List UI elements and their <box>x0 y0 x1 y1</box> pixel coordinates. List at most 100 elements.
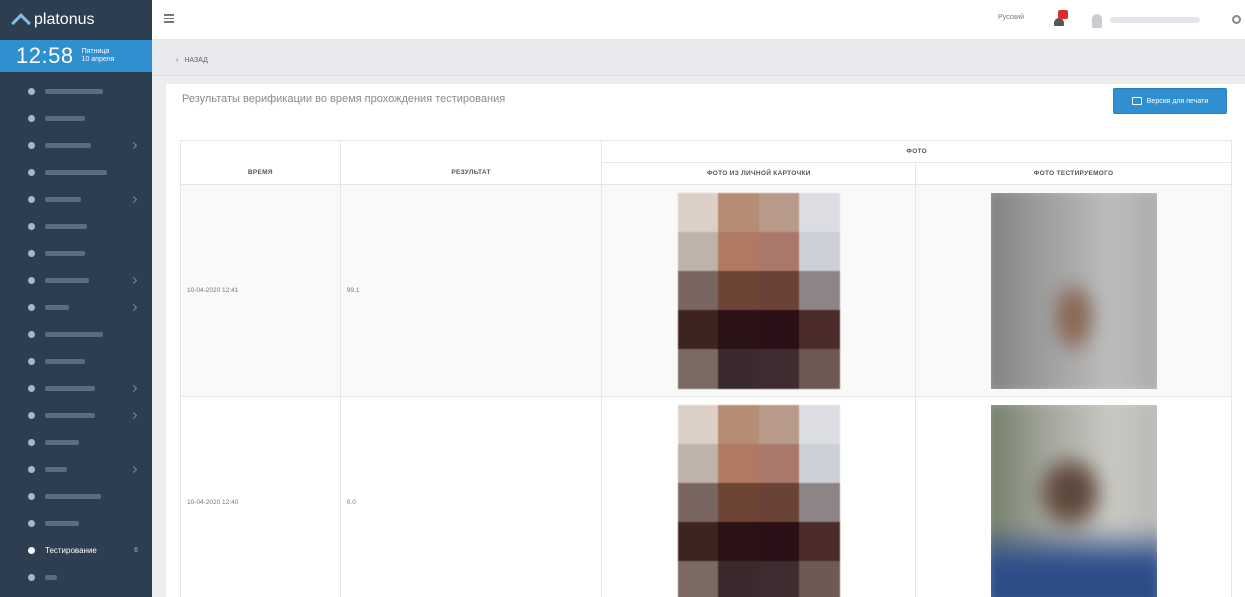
sidebar-item-label <box>45 521 79 526</box>
cell-result: 0.0 <box>339 396 603 597</box>
sidebar-item-label <box>45 413 95 418</box>
col-header-photo-card: ФОТО ИЗ ЛИЧНОЙ КАРТОЧКИ <box>601 162 917 185</box>
sidebar-item-label <box>45 116 85 121</box>
cell-time: 10-04-2020 12:41 <box>180 184 341 397</box>
sidebar-item-label <box>45 143 91 148</box>
chevron-right-icon <box>129 411 138 420</box>
card-photo <box>677 192 840 389</box>
nav-icon <box>28 385 35 392</box>
testing-icon <box>28 547 35 554</box>
sidebar-item-label <box>45 89 103 94</box>
sidebar-item-9[interactable] <box>0 294 152 321</box>
sidebar-item-label <box>45 332 103 337</box>
sidebar-item-testing[interactable]: Тестирование 6 <box>0 537 152 564</box>
col-header-result: РЕЗУЛЬТАТ <box>339 140 603 185</box>
chevron-right-icon <box>129 195 138 204</box>
breadcrumb-bar: ‹ НАЗАД <box>152 40 1245 76</box>
back-button[interactable]: ‹ НАЗАД <box>176 57 208 64</box>
sidebar-item-3[interactable] <box>0 132 152 159</box>
clock-time: 12:58 <box>16 43 74 68</box>
back-label: НАЗАД <box>184 57 208 64</box>
sidebar-item-label <box>45 278 89 283</box>
logo[interactable]: platonus <box>0 0 152 40</box>
logo-icon <box>11 13 31 33</box>
sidebar-item-label <box>45 440 79 445</box>
notifications-icon[interactable] <box>1052 10 1068 28</box>
cell-photo-card <box>601 184 917 397</box>
nav-icon <box>28 331 35 338</box>
chevron-right-icon <box>129 276 138 285</box>
sidebar-item-14[interactable] <box>0 429 152 456</box>
content-panel: Результаты верификации во время прохожде… <box>166 84 1245 597</box>
col-header-photo-test: ФОТО ТЕСТИРУЕМОГО <box>915 162 1232 185</box>
sidebar-item-2[interactable] <box>0 105 152 132</box>
chevron-right-icon <box>129 141 138 150</box>
sidebar-item-17[interactable] <box>0 510 152 537</box>
print-button-label: Версия для печати <box>1146 97 1209 105</box>
sidebar: platonus 12:58 Пятница 10 апреля Тестиро… <box>0 0 152 597</box>
sidebar-item-7[interactable] <box>0 240 152 267</box>
sidebar-item-badge: 6 <box>134 547 138 554</box>
cell-photo-test <box>915 184 1232 397</box>
nav-icon <box>28 88 35 95</box>
nav-icon <box>28 169 35 176</box>
nav-icon <box>28 466 35 473</box>
sidebar-item-13[interactable] <box>0 402 152 429</box>
nav-icon <box>28 439 35 446</box>
print-version-button[interactable]: Версия для печати <box>1113 88 1227 114</box>
nav-icon <box>28 358 35 365</box>
col-header-time: ВРЕМЯ <box>180 140 341 185</box>
topbar: Русский <box>152 0 1245 40</box>
sidebar-item-15[interactable] <box>0 456 152 483</box>
sidebar-item-1[interactable] <box>0 78 152 105</box>
user-name[interactable] <box>1110 17 1200 23</box>
sidebar-item-4[interactable] <box>0 159 152 186</box>
sidebar-item-16[interactable] <box>0 483 152 510</box>
sidebar-item-label <box>45 197 81 202</box>
sidebar-item-11[interactable] <box>0 348 152 375</box>
cell-time: 10-04-2020 12:40 <box>180 396 341 597</box>
cell-result: 99.1 <box>339 184 603 397</box>
sidebar-item-8[interactable] <box>0 267 152 294</box>
nav-icon <box>28 250 35 257</box>
sidebar-item-label <box>45 224 87 229</box>
sidebar-item-10[interactable] <box>0 321 152 348</box>
nav-icon <box>28 574 35 581</box>
sidebar-item-label <box>45 170 107 175</box>
nav-icon <box>28 277 35 284</box>
card-photo <box>677 404 840 597</box>
chevron-right-icon <box>129 303 138 312</box>
clock-date: Пятница 10 апреля <box>82 48 115 64</box>
avatar[interactable] <box>1092 14 1102 28</box>
sidebar-item-12[interactable] <box>0 375 152 402</box>
sidebar-item-6[interactable] <box>0 213 152 240</box>
clock-weekday: Пятница <box>81 48 110 55</box>
menu-toggle-icon[interactable] <box>164 14 174 25</box>
chevron-left-icon: ‹ <box>176 57 179 64</box>
clock-day: 10 апреля <box>81 56 115 63</box>
page-title: Результаты верификации во время прохожде… <box>182 93 506 105</box>
chevron-right-icon <box>129 465 138 474</box>
sidebar-item-5[interactable] <box>0 186 152 213</box>
nav-icon <box>28 196 35 203</box>
sidebar-item-label <box>45 467 67 472</box>
nav-icon <box>28 412 35 419</box>
notification-badge <box>1058 10 1068 19</box>
test-photo <box>990 404 1157 597</box>
sidebar-item-last[interactable] <box>0 564 152 591</box>
table-row: 10-04-2020 12:40 0.0 <box>180 396 1232 597</box>
col-header-photo-group: ФОТО <box>601 140 1232 163</box>
printer-icon <box>1131 97 1142 105</box>
nav-icon <box>28 223 35 230</box>
sidebar-item-label <box>45 359 85 364</box>
cell-photo-test <box>915 396 1232 597</box>
nav-icon <box>28 304 35 311</box>
cell-photo-card <box>601 396 917 597</box>
nav-icon <box>28 493 35 500</box>
sidebar-item-label <box>45 494 101 499</box>
nav-icon <box>28 115 35 122</box>
settings-gear-icon[interactable] <box>1232 15 1241 24</box>
language-select[interactable]: Русский <box>998 14 1024 21</box>
table-row: 10-04-2020 12:41 99.1 <box>180 184 1232 397</box>
chevron-right-icon <box>129 384 138 393</box>
